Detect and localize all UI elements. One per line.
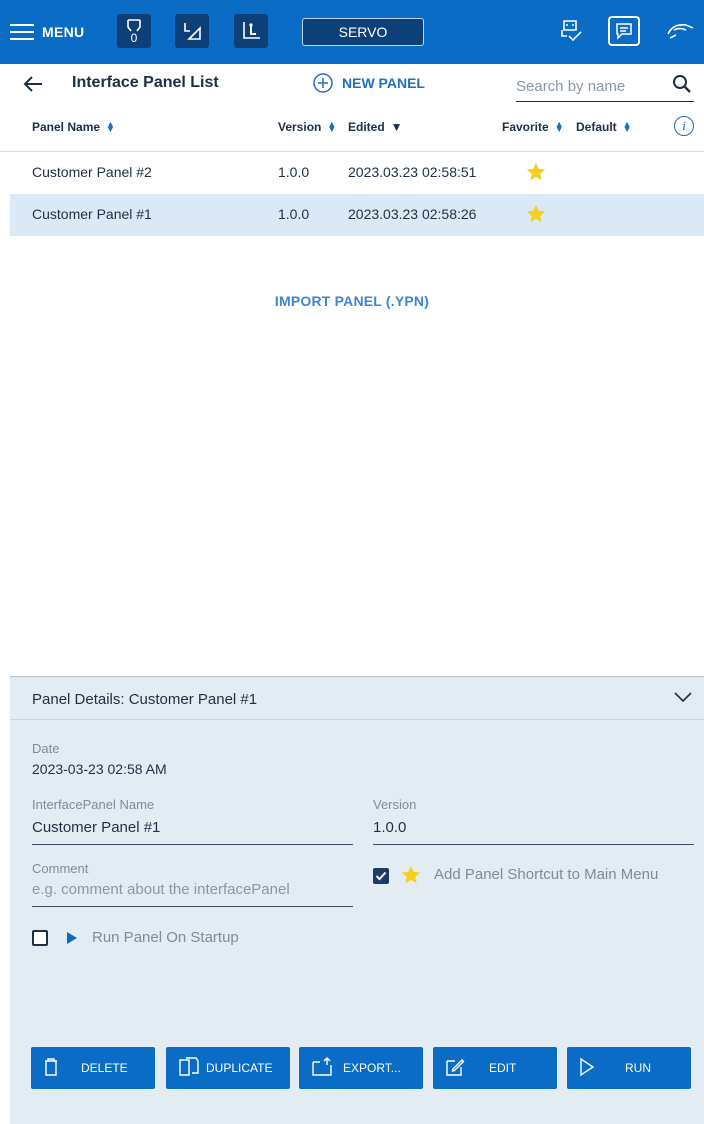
row-name: Customer Panel #1 <box>32 206 152 222</box>
delete-button[interactable]: DELETE <box>31 1047 155 1089</box>
coordinate-frame-button[interactable] <box>234 14 268 48</box>
page-title: Interface Panel List <box>72 74 219 91</box>
messages-button[interactable] <box>608 16 640 46</box>
robot-arm-icon <box>561 20 582 42</box>
top-bar: MENU 0 SERVO <box>0 0 704 64</box>
row-edited: 2023.03.23 02:58:51 <box>348 164 477 180</box>
table-row[interactable]: Customer Panel #2 1.0.0 2023.03.23 02:58… <box>10 152 704 194</box>
startup-checkbox[interactable] <box>32 930 48 946</box>
startup-label: Run Panel On Startup <box>92 929 239 946</box>
menu-button[interactable]: MENU <box>10 16 84 48</box>
column-header-edited[interactable]: Edited ▼ <box>348 120 403 134</box>
column-header-default[interactable]: Default ▲ ▼ <box>576 119 632 135</box>
row-version: 1.0.0 <box>278 206 310 222</box>
duplicate-label: DUPLICATE <box>206 1061 273 1075</box>
panel-name-field[interactable]: Customer Panel #1 <box>32 819 353 845</box>
jog-plane-icon <box>184 23 201 40</box>
play-outline-icon <box>580 1057 595 1077</box>
table-header: Panel Name ▲ ▼ Version ▲ ▼ Edited ▼ Favori… <box>0 104 704 152</box>
column-header-favorite[interactable]: Favorite ▲ ▼ <box>502 119 564 135</box>
servo-button[interactable]: SERVO <box>302 18 424 46</box>
panel-name-value: Customer Panel #1 <box>32 819 161 836</box>
favorite-star-icon[interactable] <box>525 161 547 183</box>
row-version: 1.0.0 <box>278 164 310 180</box>
page-header: Interface Panel List NEW PANEL <box>0 64 704 104</box>
panel-details-header[interactable]: Panel Details: Customer Panel #1 <box>10 677 704 720</box>
robot-status-button[interactable] <box>556 14 586 48</box>
sort-desc-icon: ▼ <box>390 120 403 134</box>
shortcut-label: Add Panel Shortcut to Main Menu <box>434 866 659 883</box>
edit-icon <box>446 1059 465 1076</box>
comment-field[interactable]: e.g. comment about the interfacePanel <box>32 881 353 907</box>
export-button[interactable]: EXPORT... <box>299 1047 423 1089</box>
column-header-name[interactable]: Panel Name ▲ ▼ <box>32 119 115 135</box>
chat-icon <box>616 23 632 40</box>
delete-label: DELETE <box>81 1061 128 1075</box>
sort-icon: ▲ ▼ <box>622 119 632 134</box>
version-value: 1.0.0 <box>373 819 407 836</box>
new-panel-button[interactable]: NEW PANEL <box>312 72 425 94</box>
back-arrow-icon[interactable] <box>22 74 44 94</box>
play-icon <box>67 932 77 944</box>
favorite-star-icon[interactable] <box>525 203 547 225</box>
run-button[interactable]: RUN <box>567 1047 691 1089</box>
chevron-down-icon[interactable] <box>674 691 692 703</box>
duplicate-button[interactable]: DUPLICATE <box>166 1047 290 1089</box>
sort-icon: ▲ ▼ <box>554 119 564 134</box>
edit-button[interactable]: EDIT <box>433 1047 557 1089</box>
run-label: RUN <box>625 1061 651 1075</box>
row-edited: 2023.03.23 02:58:26 <box>348 206 477 222</box>
search-input[interactable] <box>516 74 656 98</box>
column-default-label: Default <box>576 120 617 134</box>
info-icon[interactable]: i <box>674 116 694 136</box>
version-label: Version <box>373 797 417 812</box>
name-label: InterfacePanel Name <box>32 797 155 812</box>
search-icon[interactable] <box>672 74 692 94</box>
hand-guide-icon <box>667 23 694 39</box>
shortcut-checkbox[interactable] <box>373 868 389 884</box>
comment-placeholder: e.g. comment about the interfacePanel <box>32 881 290 898</box>
gripper-count: 0 <box>130 31 138 45</box>
panel-details-title: Panel Details: Customer Panel #1 <box>32 691 258 708</box>
checkmark-icon <box>375 871 387 881</box>
comment-label: Comment <box>32 861 89 876</box>
row-name: Customer Panel #2 <box>32 164 152 180</box>
star-icon <box>401 865 421 884</box>
coordinate-frame-icon <box>243 22 260 39</box>
sort-icon: ▲ ▼ <box>327 119 337 134</box>
panel-details: Panel Details: Customer Panel #1 Date 20… <box>10 676 704 1124</box>
hamburger-icon <box>10 23 34 41</box>
trash-icon <box>45 1058 57 1076</box>
duplicate-icon <box>179 1057 199 1076</box>
version-field[interactable]: 1.0.0 <box>373 819 694 845</box>
new-panel-label: NEW PANEL <box>342 75 425 91</box>
column-name-label: Panel Name <box>32 120 101 134</box>
search-box <box>516 70 694 102</box>
plus-circle-icon <box>313 73 333 93</box>
column-edited-label: Edited <box>348 120 385 134</box>
date-value: 2023-03-23 02:58 AM <box>32 761 167 777</box>
export-icon <box>312 1057 332 1076</box>
column-version-label: Version <box>278 120 322 134</box>
table-row[interactable]: Customer Panel #1 1.0.0 2023.03.23 02:58… <box>10 194 704 236</box>
gripper-button[interactable]: 0 <box>117 14 151 48</box>
column-header-version[interactable]: Version ▲ ▼ <box>278 119 337 135</box>
import-panel-link[interactable]: IMPORT PANEL (.YPN) <box>0 293 704 309</box>
jog-plane-button[interactable] <box>175 14 209 48</box>
sort-icon: ▲ ▼ <box>106 119 115 134</box>
menu-label: MENU <box>42 24 85 40</box>
hand-guide-button[interactable] <box>664 14 698 48</box>
column-favorite-label: Favorite <box>502 120 549 134</box>
edit-label: EDIT <box>489 1061 517 1075</box>
date-label: Date <box>32 741 60 756</box>
export-label: EXPORT... <box>343 1061 401 1075</box>
